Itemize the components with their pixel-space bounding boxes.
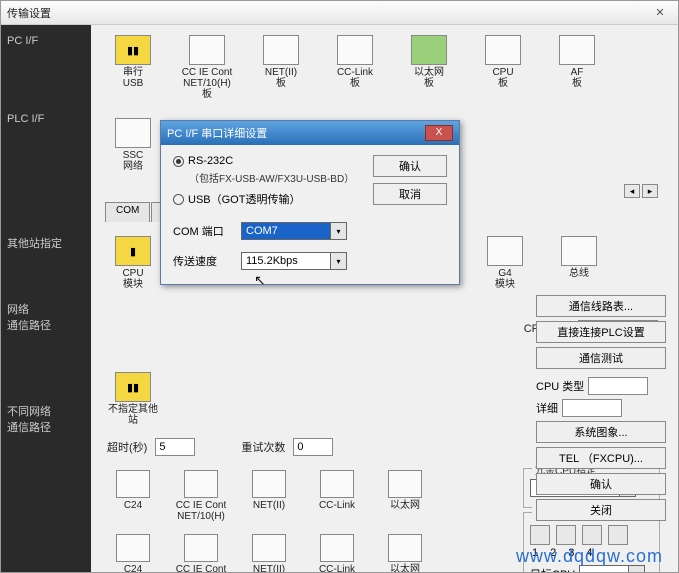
close-icon[interactable]: ✕ bbox=[648, 6, 672, 19]
sidebar-item-station[interactable]: 其他站指定 bbox=[1, 225, 91, 261]
cpu-type-label: CPU 类型 bbox=[536, 378, 584, 394]
diffnet-row: C24 CC IE Cont NET/10(H) NET(II) CC-Link… bbox=[97, 528, 517, 572]
plcif-g4[interactable]: G4 模块 bbox=[477, 236, 533, 290]
detail-input[interactable] bbox=[562, 399, 622, 417]
dialog-titlebar: PC I/F 串口详细设置 X bbox=[161, 121, 459, 145]
cpu-slot-4[interactable] bbox=[608, 525, 628, 545]
radio-dot-icon bbox=[173, 194, 184, 205]
cclink-icon bbox=[337, 35, 373, 65]
ccie2-icon bbox=[184, 470, 218, 498]
com-port-combo[interactable] bbox=[241, 222, 331, 240]
cpu-icon bbox=[485, 35, 521, 65]
retry-label: 重试次数 bbox=[241, 439, 285, 455]
detail-label: 详细 bbox=[536, 400, 558, 416]
cpu-slot-3[interactable] bbox=[582, 525, 602, 545]
dialog-cancel-button[interactable]: 取消 bbox=[373, 183, 447, 205]
eth2-icon bbox=[388, 470, 422, 498]
radio-dot-icon bbox=[173, 156, 184, 167]
pcif-ssc[interactable]: SSC 网络 bbox=[105, 118, 161, 172]
nr-cclink[interactable]: CC-Link bbox=[309, 470, 365, 522]
radio-usb-got[interactable]: USB（GOT透明传输） bbox=[173, 191, 365, 207]
pcif-net2[interactable]: NET(II) 板 bbox=[253, 35, 309, 100]
dialog-title: PC I/F 串口详细设置 bbox=[167, 125, 425, 141]
netroute-row: C24 CC IE Cont NET/10(H) NET(II) CC-Link… bbox=[97, 464, 517, 528]
dn-ccie[interactable]: CC IE Cont NET/10(H) bbox=[173, 534, 229, 572]
dn-cclink[interactable]: CC-Link bbox=[309, 534, 365, 572]
scroll-right-icon[interactable]: ▸ bbox=[642, 184, 658, 198]
sidebar-item-netroute[interactable]: 网络 通信路径 bbox=[1, 291, 91, 343]
route-table-button[interactable]: 通信线路表... bbox=[536, 295, 666, 317]
nr-eth[interactable]: 以太网 bbox=[377, 470, 433, 522]
pcif-af[interactable]: AF 板 bbox=[549, 35, 605, 100]
eth-icon bbox=[411, 35, 447, 65]
pcif-eth[interactable]: 以太网 板 bbox=[401, 35, 457, 100]
tel-button[interactable]: TEL （FXCPU)... bbox=[536, 447, 666, 469]
plcif-bus[interactable]: 总线 bbox=[551, 236, 607, 290]
c24-icon bbox=[116, 470, 150, 498]
window-title: 传输设置 bbox=[7, 5, 648, 21]
com-port-label: COM 端口 bbox=[173, 223, 233, 239]
timeout-label: 超时(秒) bbox=[107, 439, 147, 455]
ccie3-icon bbox=[184, 534, 218, 562]
g4-icon bbox=[487, 236, 523, 266]
baud-label: 传送速度 bbox=[173, 253, 233, 269]
bus-icon bbox=[561, 236, 597, 266]
ssc-icon bbox=[115, 118, 151, 148]
pcif-cclink[interactable]: CC-Link 板 bbox=[327, 35, 383, 100]
nr-ccie[interactable]: CC IE Cont NET/10(H) bbox=[173, 470, 229, 522]
eth3-icon bbox=[388, 534, 422, 562]
dialog-close-icon[interactable]: X bbox=[425, 125, 453, 141]
sidebar-item-diffnet[interactable]: 不同网络 通信路径 bbox=[1, 393, 91, 445]
rs232c-note: （包括FX-USB-AW/FX3U-USB-BD） bbox=[189, 170, 365, 185]
cclink3-icon bbox=[320, 534, 354, 562]
close-button[interactable]: 关闭 bbox=[536, 499, 666, 521]
direct-conn-button[interactable]: 直接连接PLC设置 bbox=[536, 321, 666, 343]
titlebar: 传输设置 ✕ bbox=[1, 1, 678, 25]
sidebar: PC I/F PLC I/F 其他站指定 网络 通信路径 不同网络 通信路径 bbox=[1, 25, 91, 572]
chevron-down-icon[interactable]: ▾ bbox=[331, 222, 347, 240]
scroll-left-icon[interactable]: ◂ bbox=[624, 184, 640, 198]
cpu-type-input[interactable] bbox=[588, 377, 648, 395]
sidebar-item-pcif[interactable]: PC I/F bbox=[1, 25, 91, 57]
timeout-input[interactable] bbox=[155, 438, 195, 456]
sys-image-button[interactable]: 系统图象... bbox=[536, 421, 666, 443]
retry-input[interactable] bbox=[293, 438, 333, 456]
transfer-settings-window: 传输设置 ✕ PC I/F PLC I/F 其他站指定 网络 通信路径 不同网络… bbox=[0, 0, 679, 573]
chevron-down-icon[interactable]: ▾ bbox=[331, 252, 347, 270]
af-icon bbox=[559, 35, 595, 65]
plc-cpu-icon: ▮ bbox=[115, 236, 151, 266]
right-button-col: 通信线路表... 直接连接PLC设置 通信测试 CPU 类型 详细 系统图象..… bbox=[536, 295, 666, 521]
ccie-icon bbox=[189, 35, 225, 65]
plcif-cpu[interactable]: ▮CPU 模块 bbox=[105, 236, 161, 290]
content-area: ▮▮串行 USB CC IE Cont NET/10(H)板 NET(II) 板… bbox=[91, 25, 678, 572]
dn-c24[interactable]: C24 bbox=[105, 534, 161, 572]
sidebar-item-plcif[interactable]: PLC I/F bbox=[1, 103, 91, 135]
pcif-serial-detail-dialog: PC I/F 串口详细设置 X RS-232C （包括FX-USB-AW/FX3… bbox=[160, 120, 460, 285]
dn-eth[interactable]: 以太网 bbox=[377, 534, 433, 572]
radio-rs232c[interactable]: RS-232C bbox=[173, 155, 365, 167]
dialog-ok-button[interactable]: 确认 bbox=[373, 155, 447, 177]
net22-icon bbox=[252, 470, 286, 498]
tab-com[interactable]: COM bbox=[105, 202, 150, 222]
comm-test-button[interactable]: 通信测试 bbox=[536, 347, 666, 369]
dn-net2[interactable]: NET(II) bbox=[241, 534, 297, 572]
pcif-cpu[interactable]: CPU 板 bbox=[475, 35, 531, 100]
net23-icon bbox=[252, 534, 286, 562]
pcif-serial-usb[interactable]: ▮▮串行 USB bbox=[105, 35, 161, 100]
cpu-slot-2[interactable] bbox=[556, 525, 576, 545]
watermark: www.dqdqw.com bbox=[516, 546, 663, 567]
serial-usb-icon: ▮▮ bbox=[115, 35, 151, 65]
cpu-slot-1[interactable] bbox=[530, 525, 550, 545]
pcif-ccie[interactable]: CC IE Cont NET/10(H)板 bbox=[179, 35, 235, 100]
cclink2-icon bbox=[320, 470, 354, 498]
ok-button[interactable]: 确认 bbox=[536, 473, 666, 495]
station-icon: ▮▮ bbox=[115, 372, 151, 402]
baud-combo[interactable] bbox=[241, 252, 331, 270]
c24b-icon bbox=[116, 534, 150, 562]
nr-c24[interactable]: C24 bbox=[105, 470, 161, 522]
net2-icon bbox=[263, 35, 299, 65]
nr-net2[interactable]: NET(II) bbox=[241, 470, 297, 522]
station-nospec[interactable]: ▮▮不指定其他站 bbox=[105, 372, 161, 426]
